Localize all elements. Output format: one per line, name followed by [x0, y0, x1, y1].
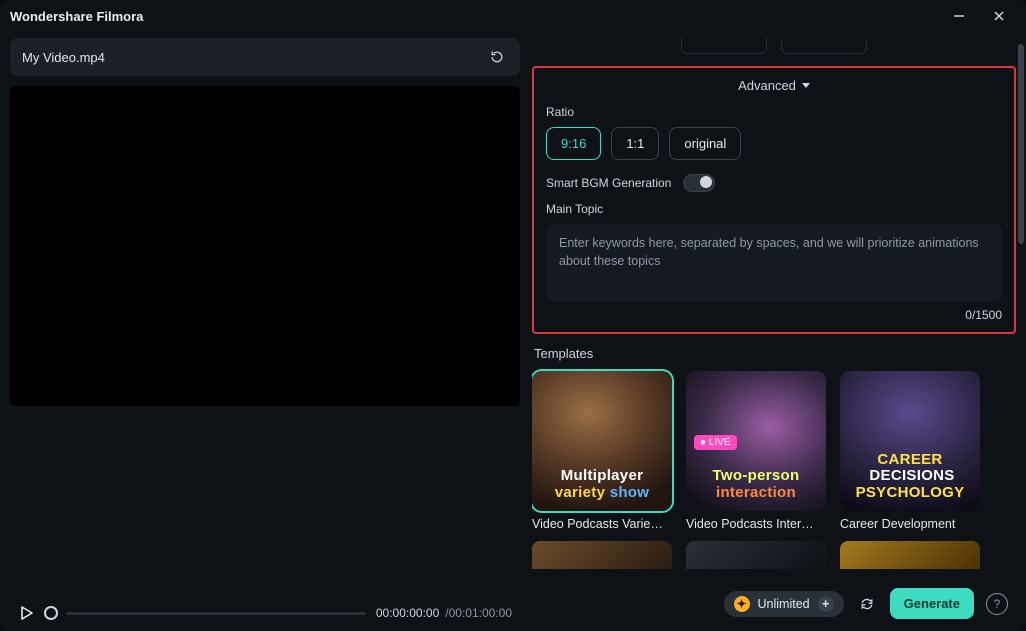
- ratio-9-16[interactable]: 9:16: [546, 127, 601, 160]
- template-thumb[interactable]: CAREER DECISIONS PSYCHOLOGY: [840, 371, 980, 511]
- regenerate-button[interactable]: [856, 593, 878, 615]
- window-controls: [942, 4, 1016, 28]
- refresh-button[interactable]: [486, 46, 508, 68]
- ratio-1-1[interactable]: 1:1: [611, 127, 659, 160]
- thumb-overlay: CAREER DECISIONS PSYCHOLOGY: [846, 452, 974, 502]
- file-chip[interactable]: My Video.mp4: [10, 38, 520, 76]
- main-topic-section: Main Topic Enter keywords here, separate…: [546, 202, 1002, 322]
- vertical-scrollbar[interactable]: [1018, 44, 1024, 564]
- timecodes: 00:00:00:00 /00:01:00:00: [376, 606, 512, 620]
- content: My Video.mp4: [0, 32, 1026, 631]
- play-button[interactable]: [18, 605, 34, 621]
- file-strip: My Video.mp4: [10, 38, 520, 76]
- close-button[interactable]: [982, 4, 1016, 28]
- video-preview[interactable]: [10, 86, 520, 406]
- template-caption: Video Podcasts Varie…: [532, 517, 672, 531]
- app-window: Wondershare Filmora My Video.mp4: [0, 0, 1026, 631]
- template-caption: Video Podcasts Inter…: [686, 517, 826, 531]
- play-icon: [18, 605, 34, 621]
- ratio-options: 9:16 1:1 original: [546, 127, 1002, 160]
- seek-track[interactable]: [66, 612, 366, 615]
- advanced-label: Advanced: [738, 78, 796, 93]
- templates-row-2: [532, 541, 1016, 569]
- minimize-icon: [953, 10, 965, 22]
- template-thumb-partial[interactable]: [686, 541, 826, 569]
- overlay-line: Two-person: [692, 468, 820, 485]
- overlay-line: PSYCHOLOGY: [846, 485, 974, 502]
- overlay-line: Multiplayer: [538, 468, 666, 485]
- seek-bar[interactable]: [44, 606, 366, 620]
- file-name: My Video.mp4: [22, 50, 105, 65]
- unlimited-label: Unlimited: [758, 597, 810, 611]
- ratio-original[interactable]: original: [669, 127, 741, 160]
- thumb-overlay: Two-person interaction: [692, 468, 820, 501]
- right-scroll: Advanced Ratio 9:16 1:1 original Smart B…: [532, 38, 1016, 574]
- refresh-icon: [489, 49, 505, 65]
- cycle-icon: [859, 596, 875, 612]
- chevron-down-icon: [802, 83, 810, 88]
- template-thumb-partial[interactable]: [840, 541, 980, 569]
- template-card[interactable]: CAREER DECISIONS PSYCHOLOGY Career Devel…: [840, 371, 980, 531]
- template-caption: Career Development: [840, 517, 980, 531]
- category-chip[interactable]: [681, 38, 767, 54]
- time-duration: /00:01:00:00: [445, 606, 512, 620]
- transport-bar: 00:00:00:00 /00:01:00:00: [10, 599, 520, 621]
- unlimited-pill[interactable]: ✦ Unlimited +: [724, 591, 844, 617]
- close-icon: [993, 10, 1005, 22]
- thumb-overlay: Multiplayer variety show: [538, 468, 666, 501]
- app-title: Wondershare Filmora: [10, 9, 143, 24]
- left-pane: My Video.mp4: [10, 38, 520, 621]
- scrollbar-thumb[interactable]: [1018, 44, 1024, 244]
- bgm-toggle[interactable]: [683, 174, 715, 192]
- bgm-label: Smart BGM Generation: [546, 176, 671, 190]
- overlay-line: show: [610, 484, 650, 501]
- ratio-label: Ratio: [546, 105, 1002, 119]
- overlay-line: DECISIONS: [869, 467, 954, 484]
- main-topic-input[interactable]: Enter keywords here, separated by spaces…: [546, 224, 1002, 302]
- footer-bar: ✦ Unlimited + Generate ?: [532, 582, 1016, 621]
- plus-icon: +: [818, 596, 834, 612]
- template-thumb-partial[interactable]: [532, 541, 672, 569]
- preview-area: 00:00:00:00 /00:01:00:00: [10, 86, 520, 621]
- template-thumb[interactable]: Multiplayer variety show: [532, 371, 672, 511]
- template-card[interactable]: ● LIVE Two-person interaction Video Podc…: [686, 371, 826, 531]
- minimize-button[interactable]: [942, 4, 976, 28]
- template-thumb[interactable]: ● LIVE Two-person interaction: [686, 371, 826, 511]
- templates-row: Multiplayer variety show Video Podcasts …: [532, 371, 1016, 531]
- templates-section: Templates Multiplayer variety show: [532, 346, 1016, 569]
- seek-handle[interactable]: [44, 606, 58, 620]
- char-counter: 0/1500: [546, 308, 1002, 322]
- category-chip[interactable]: [781, 38, 867, 54]
- template-card[interactable]: Multiplayer variety show Video Podcasts …: [532, 371, 672, 531]
- titlebar: Wondershare Filmora: [0, 0, 1026, 32]
- templates-heading: Templates: [534, 346, 1016, 361]
- advanced-panel-highlight: Advanced Ratio 9:16 1:1 original Smart B…: [532, 66, 1016, 334]
- category-chips-row: [532, 38, 1016, 54]
- generate-button[interactable]: Generate: [890, 588, 974, 619]
- help-button[interactable]: ?: [986, 593, 1008, 615]
- time-current: 00:00:00:00: [376, 606, 439, 620]
- overlay-line: variety: [555, 484, 605, 501]
- live-badge: ● LIVE: [694, 435, 737, 450]
- overlay-line: interaction: [692, 485, 820, 502]
- advanced-toggle[interactable]: Advanced: [546, 78, 1002, 93]
- right-pane: Advanced Ratio 9:16 1:1 original Smart B…: [532, 38, 1016, 621]
- overlay-line: CAREER: [877, 451, 942, 468]
- bgm-row: Smart BGM Generation: [546, 174, 1002, 192]
- main-topic-label: Main Topic: [546, 202, 1002, 216]
- spark-icon: ✦: [734, 596, 750, 612]
